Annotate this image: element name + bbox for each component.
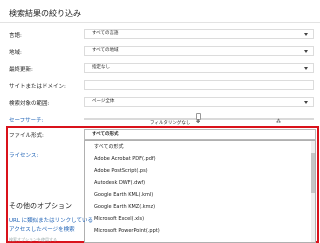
filetype-option-xls[interactable]: Microsoft Excel(.xls) — [85, 213, 315, 225]
language-select-value: すべての言語 — [92, 31, 119, 36]
chevron-down-icon — [304, 67, 308, 70]
filetype-dropdown[interactable]: すべての形式 Adobe Acrobat PDF(.pdf) Adobe Pos… — [84, 140, 316, 243]
other-options-title: その他のオプション — [9, 202, 72, 210]
last-update-select-value: 指定なし — [92, 65, 110, 70]
site-domain-label: サイトまたはドメイン: — [9, 84, 66, 90]
license-label[interactable]: ライセンス: — [9, 151, 38, 159]
search-scope-select[interactable]: ページ全体 — [84, 97, 314, 107]
filetype-option-all[interactable]: すべての形式 — [85, 141, 315, 153]
safesearch-strict-icon: ⁂ — [276, 119, 281, 125]
last-update-select[interactable]: 指定なし — [84, 63, 314, 73]
chevron-down-icon — [304, 101, 308, 104]
filetype-option-dwf[interactable]: Autodesk DWF(.dwf) — [85, 177, 315, 189]
filetype-option-ps[interactable]: Adobe PostScript(.ps) — [85, 165, 315, 177]
filetype-select-value: すべての形式 — [92, 132, 119, 137]
filetype-select[interactable]: すべての形式 — [84, 129, 316, 140]
chevron-down-icon — [304, 50, 308, 53]
region-label: 地域: — [9, 50, 22, 56]
page-title: 検索結果の絞り込み — [9, 9, 81, 18]
site-domain-input[interactable] — [84, 80, 314, 90]
search-scope-select-value: ページ全体 — [92, 99, 115, 104]
filetype-option-kmz[interactable]: Google Earth KMZ(.kmz) — [85, 201, 315, 213]
search-scope-label: 検索対象の範囲: — [9, 101, 50, 107]
language-label: 言語: — [9, 33, 22, 39]
dropdown-scrollbar[interactable] — [311, 141, 315, 242]
region-select-value: すべての地域 — [92, 48, 119, 53]
filetype-option-pdf[interactable]: Adobe Acrobat PDF(.pdf) — [85, 153, 315, 165]
region-select[interactable]: すべての地域 — [84, 46, 314, 56]
filetype-label: ファイル形式: — [9, 133, 44, 139]
similar-pages-link-line2[interactable]: アクセスしたページを検索 — [9, 225, 75, 233]
filetype-option-kml[interactable]: Google Earth KML(.kml) — [85, 189, 315, 201]
safesearch-level-icon: ✥ — [196, 119, 201, 125]
similar-pages-link-line1[interactable]: URL に類似またはリンクしている — [9, 216, 93, 224]
dropdown-scrollbar-thumb[interactable] — [311, 153, 315, 193]
last-update-label: 最終更新: — [9, 67, 33, 73]
title-divider — [0, 22, 320, 23]
chevron-down-icon — [304, 33, 308, 36]
language-select[interactable]: すべての言語 — [84, 29, 314, 39]
search-options-faint-text: 検索オプションを使用する — [9, 237, 57, 242]
safesearch-label[interactable]: セーフサーチ: — [9, 116, 44, 124]
filetype-option-ppt[interactable]: Microsoft PowerPoint(.ppt) — [85, 225, 315, 237]
